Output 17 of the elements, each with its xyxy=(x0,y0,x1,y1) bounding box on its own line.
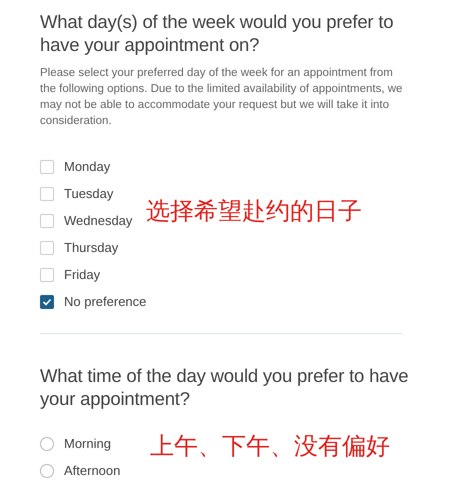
checkbox[interactable] xyxy=(40,294,54,308)
radio-button[interactable] xyxy=(40,464,54,478)
question-title: What time of the day would you prefer to have your appointment? xyxy=(40,364,410,410)
radio-label: Afternoon xyxy=(64,463,120,478)
checkbox-label: No preference xyxy=(64,294,146,309)
check-icon xyxy=(42,296,52,306)
checkbox-label: Thursday xyxy=(64,240,118,255)
checkbox-label: Monday xyxy=(64,159,110,174)
radio-label: Morning xyxy=(64,436,111,451)
radio-button[interactable] xyxy=(40,436,54,450)
checkbox-label: Tuesday xyxy=(64,186,114,201)
checkbox-label: Wednesday xyxy=(64,213,132,228)
annotation-text: 上午、下午、没有偏好 xyxy=(150,431,390,462)
checkbox-label: Friday xyxy=(64,267,100,282)
annotation-text: 选择希望赴约的日子 xyxy=(146,196,362,227)
question-title: What day(s) of the week would you prefer to have your appointment on? xyxy=(40,10,394,56)
question-description: Please select your preferred day of the week for an appointment from the following options. Due to the limited availability of appointments, we may not be able to accommodate your request but we will take it into consideration. xyxy=(40,66,404,129)
